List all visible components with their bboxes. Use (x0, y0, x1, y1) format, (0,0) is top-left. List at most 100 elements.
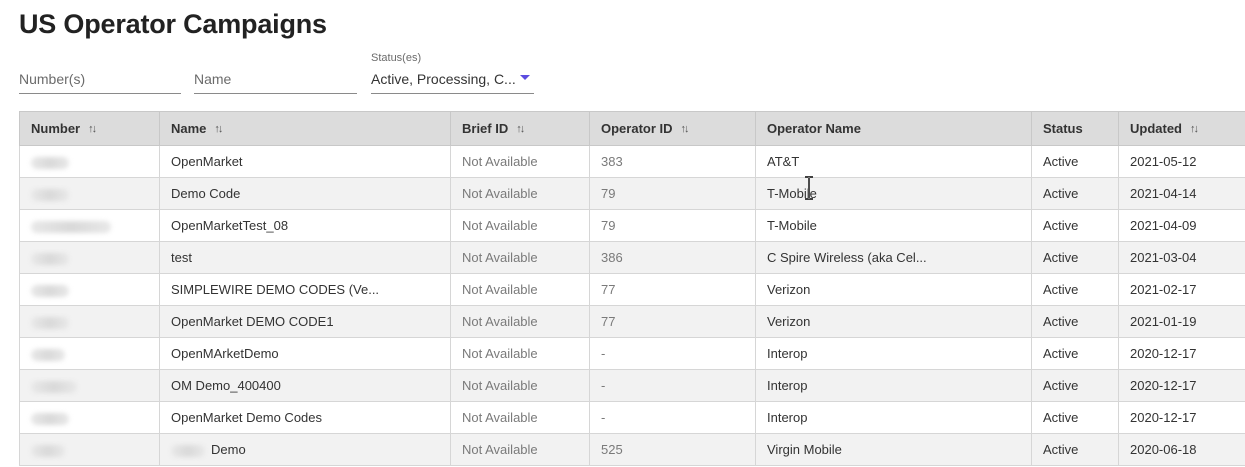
status-cell: Active (1031, 241, 1119, 274)
name-cell: OpenMarket (159, 145, 451, 178)
number-cell (19, 177, 160, 210)
redacted-name-prefix (171, 444, 205, 457)
status-filter-select[interactable]: Status(es) Active, Processing, C... (371, 50, 534, 94)
status-cell: Active (1031, 145, 1119, 178)
table-row[interactable]: OpenMarket DEMO CODE1 Not Available 77 V… (19, 305, 1245, 338)
status-cell: Active (1031, 401, 1119, 434)
status-cell: Active (1031, 433, 1119, 466)
operator-name-cell: Interop (755, 337, 1032, 370)
operator-name-cell: Interop (755, 401, 1032, 434)
status-cell: Active (1031, 209, 1119, 242)
name-filter-field[interactable]: Name (194, 50, 357, 94)
number-cell (19, 273, 160, 306)
status-cell: Active (1031, 273, 1119, 306)
name-cell: OpenMarket DEMO CODE1 (159, 305, 451, 338)
number-cell (19, 433, 160, 466)
updated-cell: 2020-12-17 (1118, 337, 1245, 370)
operator-id-cell: 525 (589, 433, 756, 466)
number-cell (19, 241, 160, 274)
name-cell: OpenMArketDemo (159, 337, 451, 370)
brief-id-cell: Not Available (450, 177, 590, 210)
updated-cell: 2020-06-18 (1118, 433, 1245, 466)
operator-id-cell: 383 (589, 145, 756, 178)
updated-cell: 2021-04-09 (1118, 209, 1245, 242)
name-cell: test (159, 241, 451, 274)
operator-name-cell: Verizon (755, 273, 1032, 306)
table-row[interactable]: OpenMarket Demo Codes Not Available - In… (19, 401, 1245, 434)
name-filter-placeholder: Name (194, 71, 232, 87)
name-cell: OpenMarket Demo Codes (159, 401, 451, 434)
table-row[interactable]: Demo Not Available 525 Virgin Mobile Act… (19, 433, 1245, 466)
chevron-down-icon[interactable] (520, 75, 530, 80)
brief-id-cell: Not Available (450, 369, 590, 402)
updated-cell: 2021-05-12 (1118, 145, 1245, 178)
operator-name-cell: Verizon (755, 305, 1032, 338)
table-row[interactable]: OpenMarketTest_08 Not Available 79 T-Mob… (19, 209, 1245, 242)
name-cell: Demo (159, 433, 451, 466)
updated-cell: 2021-02-17 (1118, 273, 1245, 306)
column-header-updated[interactable]: Updated ↑↓ (1118, 111, 1245, 146)
column-header-number[interactable]: Number ↑↓ (19, 111, 160, 146)
table-row[interactable]: OM Demo_400400 Not Available - Interop A… (19, 369, 1245, 402)
operator-id-cell: - (589, 369, 756, 402)
operator-id-cell: 79 (589, 209, 756, 242)
brief-id-cell: Not Available (450, 145, 590, 178)
operator-id-cell: 386 (589, 241, 756, 274)
status-cell: Active (1031, 305, 1119, 338)
number-cell (19, 145, 160, 178)
updated-cell: 2020-12-17 (1118, 369, 1245, 402)
number-cell (19, 369, 160, 402)
number-cell (19, 209, 160, 242)
operator-name-cell: AT&T (755, 145, 1032, 178)
table-row[interactable]: SIMPLEWIRE DEMO CODES (Ve... Not Availab… (19, 273, 1245, 306)
brief-id-cell: Not Available (450, 401, 590, 434)
redacted-number (31, 220, 111, 233)
operator-id-cell: 77 (589, 273, 756, 306)
name-cell: OpenMarketTest_08 (159, 209, 451, 242)
sort-arrows-icon[interactable]: ↑↓ (516, 123, 525, 135)
number-cell (19, 305, 160, 338)
status-cell: Active (1031, 177, 1119, 210)
updated-cell: 2021-01-19 (1118, 305, 1245, 338)
column-header-operator-id[interactable]: Operator ID ↑↓ (589, 111, 756, 146)
filter-bar: Number(s) Name Status(es) Active, Proces… (19, 50, 619, 96)
numbers-filter-placeholder: Number(s) (19, 71, 86, 87)
sort-arrows-icon[interactable]: ↑↓ (681, 123, 690, 135)
sort-arrows-icon[interactable]: ↑↓ (88, 123, 97, 135)
operator-id-cell: 77 (589, 305, 756, 338)
column-header-brief-id[interactable]: Brief ID ↑↓ (450, 111, 590, 146)
table-row[interactable]: OpenMarket Not Available 383 AT&T Active… (19, 145, 1245, 178)
table-row[interactable]: OpenMArketDemo Not Available - Interop A… (19, 337, 1245, 370)
brief-id-cell: Not Available (450, 209, 590, 242)
brief-id-cell: Not Available (450, 273, 590, 306)
text-cursor-icon (805, 176, 813, 200)
name-cell: Demo Code (159, 177, 451, 210)
redacted-number (31, 188, 69, 201)
redacted-number (31, 380, 77, 393)
status-filter-label: Status(es) (371, 52, 422, 64)
column-header-name[interactable]: Name ↑↓ (159, 111, 451, 146)
operator-id-cell: - (589, 401, 756, 434)
updated-cell: 2021-03-04 (1118, 241, 1245, 274)
column-header-label: Name (171, 121, 207, 136)
redacted-number (31, 316, 69, 329)
numbers-filter-field[interactable]: Number(s) (19, 50, 181, 94)
sort-arrows-icon[interactable]: ↑↓ (1190, 123, 1199, 135)
sort-arrows-icon[interactable]: ↑↓ (214, 123, 223, 135)
operator-id-cell: - (589, 337, 756, 370)
operator-name-cell: Virgin Mobile (755, 433, 1032, 466)
column-header-label: Number (31, 121, 81, 136)
name-cell: SIMPLEWIRE DEMO CODES (Ve... (159, 273, 451, 306)
status-filter-value: Active, Processing, C... (371, 71, 516, 87)
table-row[interactable]: test Not Available 386 C Spire Wireless … (19, 241, 1245, 274)
number-cell (19, 401, 160, 434)
table-row[interactable]: Demo Code Not Available 79 T-Mobile Acti… (19, 177, 1245, 210)
table-header-row: Number ↑↓ Name ↑↓ Brief ID ↑↓ Operator ID ↑↓… (19, 111, 1245, 146)
column-header-label: Status (1043, 121, 1083, 136)
redacted-number (31, 444, 65, 457)
status-cell: Active (1031, 369, 1119, 402)
redacted-number (31, 284, 69, 297)
redacted-number (31, 156, 69, 169)
status-cell: Active (1031, 337, 1119, 370)
column-header-status: Status (1031, 111, 1119, 146)
